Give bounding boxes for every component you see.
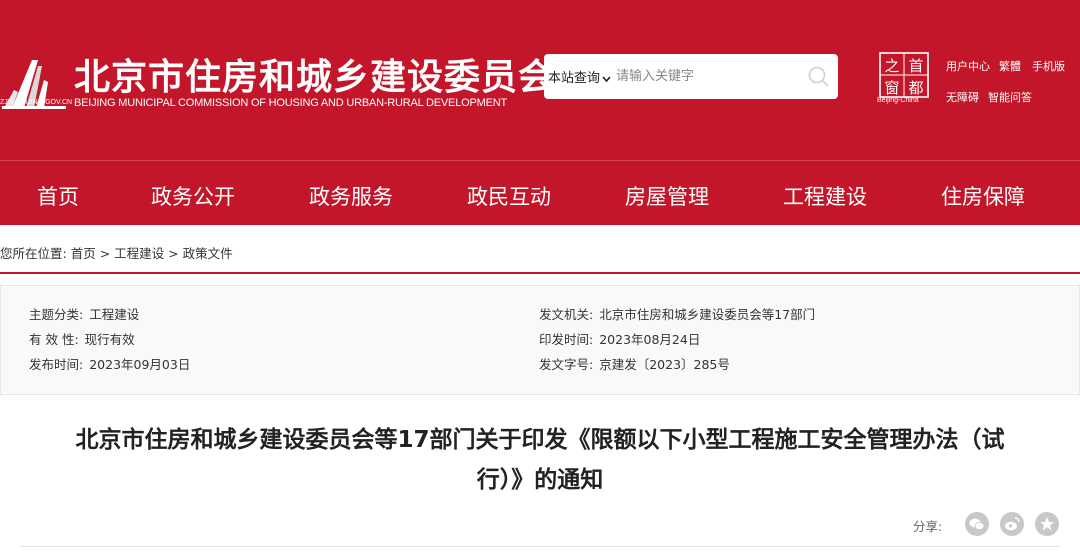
- site-header: ZJW.BEIJING.GOV.CN 北京市住房和城乡建设委员会 BEIJING…: [0, 0, 1080, 160]
- site-subtitle: BEIJING MUNICIPAL COMMISSION OF HOUSING …: [74, 97, 507, 109]
- nav-item-engineering-construction[interactable]: 工程建设: [783, 181, 867, 211]
- meta-topic: 主题分类: 工程建设: [29, 304, 139, 323]
- document-title-line: 行）》的通知: [476, 467, 604, 493]
- meta-document-number: 发文字号: 京建发〔2023〕285号: [539, 354, 730, 373]
- breadcrumb-item-policy-docs[interactable]: 政策文件: [183, 246, 233, 261]
- favorite-star-icon[interactable]: [1035, 512, 1059, 536]
- meta-label: 主题分类:: [29, 307, 84, 322]
- search-box: 本站查询: [544, 54, 838, 99]
- weibo-icon[interactable]: [1000, 512, 1024, 536]
- content-divider: [20, 546, 1060, 547]
- nav-item-housing-management[interactable]: 房屋管理: [625, 181, 709, 211]
- seal-char: 首: [908, 57, 923, 75]
- document-title: 北京市住房和城乡建设委员会等17部门关于印发《限额以下小型工程施工安全管理办法（…: [20, 420, 1060, 500]
- meta-value: 现行有效: [84, 332, 135, 347]
- meta-value: 2023年09月03日: [89, 357, 191, 372]
- nav-item-government-services[interactable]: 政务服务: [309, 181, 393, 211]
- meta-issuing-agency: 发文机关: 北京市住房和城乡建设委员会等17部门: [539, 304, 815, 323]
- seal-caption: Beijing-China: [877, 97, 919, 104]
- nav-item-government-affairs[interactable]: 政务公开: [151, 181, 235, 211]
- mobile-version-link[interactable]: 手机版: [1032, 58, 1065, 74]
- seal-char: 窗: [884, 79, 899, 97]
- document-title-line: 北京市住房和城乡建设委员会等17部门关于印发《限额以下小型工程施工安全管理办法（…: [75, 427, 1005, 453]
- breadcrumb-item-home[interactable]: 首页: [71, 246, 96, 261]
- main-nav: 首页 政务公开 政务服务 政民互动 房屋管理 工程建设 住房保障: [0, 160, 1080, 225]
- nav-item-home[interactable]: 首页: [37, 181, 79, 211]
- meta-label: 有 效 性:: [29, 332, 79, 347]
- nav-item-public-interaction[interactable]: 政民互动: [467, 181, 551, 211]
- meta-value: 2023年08月24日: [599, 332, 701, 347]
- user-center-link[interactable]: 用户中心: [946, 58, 990, 74]
- breadcrumb-prefix: 您所在位置:: [0, 246, 67, 261]
- meta-label: 印发时间:: [539, 332, 594, 347]
- chevron-down-icon: [602, 75, 611, 82]
- meta-label: 发布时间:: [29, 357, 84, 372]
- search-scope-label: 本站查询: [548, 71, 601, 86]
- wechat-icon[interactable]: [965, 512, 989, 536]
- search-scope-select[interactable]: 本站查询: [548, 67, 611, 86]
- seal-char: 都: [908, 79, 923, 97]
- logo-domain-text: ZJW.BEIJING.GOV.CN: [0, 99, 73, 106]
- breadcrumb: 您所在位置: 首页 > 工程建设 > 政策文件: [0, 243, 233, 262]
- meta-publish-date: 发布时间: 2023年09月03日: [29, 354, 190, 373]
- meta-label: 发文字号:: [539, 357, 594, 372]
- meta-issue-date: 印发时间: 2023年08月24日: [539, 329, 700, 348]
- document-meta-panel: 主题分类: 工程建设 有 效 性: 现行有效 发布时间: 2023年09月03日 发文…: [0, 285, 1080, 395]
- breadcrumb-separator: >: [99, 246, 111, 261]
- meta-label: 发文机关:: [539, 307, 594, 322]
- accessibility-link[interactable]: 无障碍: [946, 89, 979, 105]
- meta-value: 京建发〔2023〕285号: [599, 357, 730, 372]
- search-input[interactable]: [616, 65, 796, 87]
- meta-validity: 有 效 性: 现行有效: [29, 329, 135, 348]
- seal-char: 之: [884, 57, 899, 75]
- breadcrumb-item-engineering[interactable]: 工程建设: [114, 246, 164, 261]
- smart-qa-link[interactable]: 智能问答: [988, 89, 1032, 105]
- site-title[interactable]: 北京市住房和城乡建设委员会: [74, 48, 555, 100]
- meta-value: 北京市住房和城乡建设委员会等17部门: [599, 307, 816, 322]
- breadcrumb-separator: >: [168, 246, 179, 261]
- share-label: 分享:: [913, 519, 943, 534]
- meta-value: 工程建设: [89, 307, 140, 322]
- traditional-chinese-link[interactable]: 繁體: [999, 58, 1021, 74]
- search-icon[interactable]: [807, 65, 831, 89]
- breadcrumb-divider: [0, 272, 1080, 274]
- nav-item-housing-security[interactable]: 住房保障: [941, 181, 1025, 211]
